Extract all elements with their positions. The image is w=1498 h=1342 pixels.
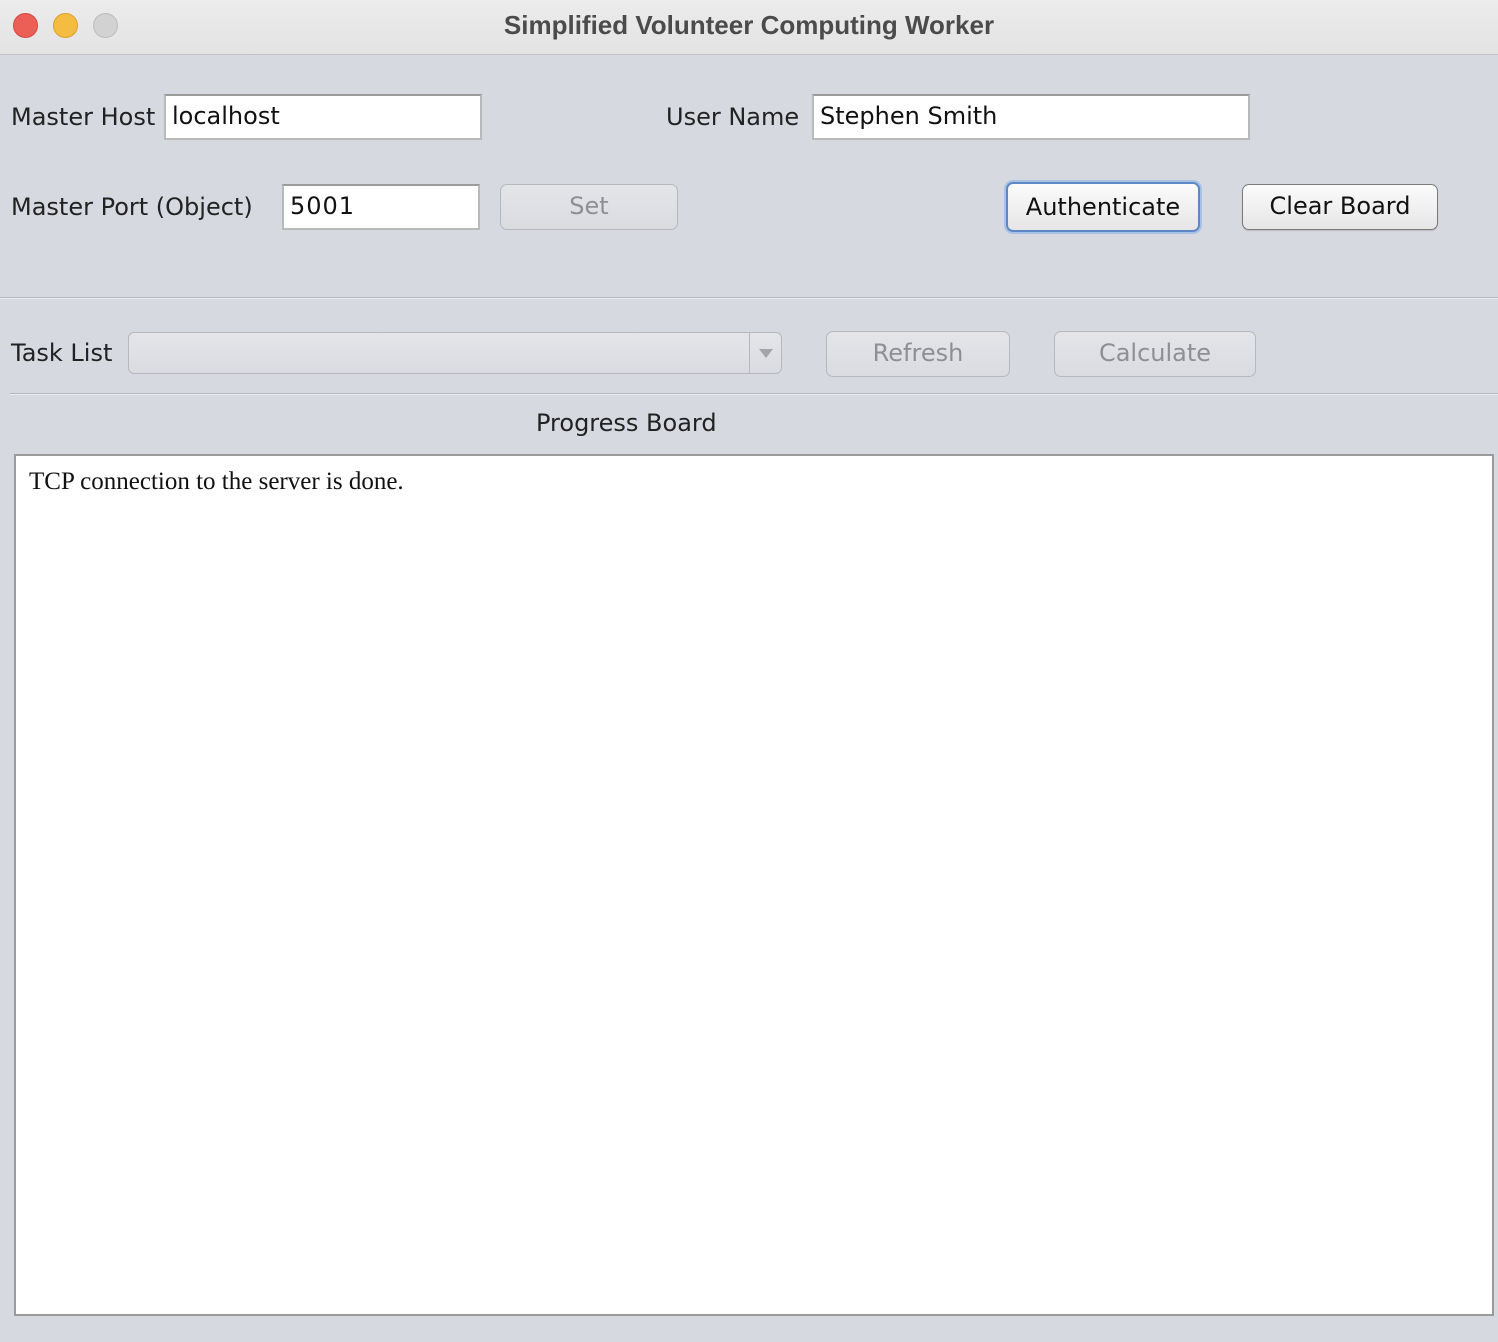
progress-board-line: TCP connection to the server is done. (29, 468, 404, 495)
master-port-input[interactable]: 5001 (282, 184, 480, 230)
authenticate-button[interactable]: Authenticate (1006, 182, 1200, 232)
middle-separator (10, 393, 1498, 395)
task-list-dropdown[interactable] (128, 332, 782, 374)
title-bar: Simplified Volunteer Computing Worker (0, 0, 1498, 55)
master-host-input[interactable]: localhost (164, 94, 482, 140)
dropdown-arrow[interactable] (749, 333, 781, 373)
calculate-button[interactable]: Calculate (1054, 331, 1256, 377)
task-list-label: Task List (11, 339, 113, 367)
user-name-label: User Name (666, 103, 800, 131)
clear-board-button[interactable]: Clear Board (1242, 184, 1438, 230)
refresh-button[interactable]: Refresh (826, 331, 1010, 377)
chevron-down-icon (759, 349, 773, 358)
app-window: Simplified Volunteer Computing Worker Ma… (0, 0, 1498, 1342)
user-name-input[interactable]: Stephen Smith (812, 94, 1250, 140)
top-separator (0, 297, 1498, 299)
set-button[interactable]: Set (500, 184, 678, 230)
window-title: Simplified Volunteer Computing Worker (503, 10, 995, 40)
progress-board-textarea[interactable]: TCP connection to the server is done. (14, 454, 1494, 1316)
master-host-label: Master Host (11, 103, 156, 131)
progress-board-title: Progress Board (536, 409, 717, 437)
master-port-label: Master Port (Object) (11, 193, 253, 221)
